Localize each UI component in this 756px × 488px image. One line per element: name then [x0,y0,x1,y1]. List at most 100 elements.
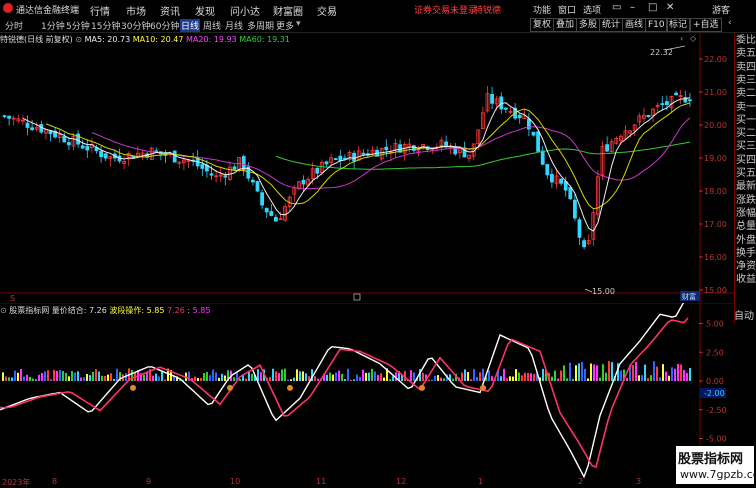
volume-bar [671,367,673,381]
candlestick [375,146,380,157]
guest-label[interactable]: 游客 [712,3,730,16]
price-tag-label: 财富 [682,292,696,301]
screen-icon[interactable]: ▭ [612,2,621,13]
quote-field-label: 换手 [736,247,756,259]
volume-bar [500,376,502,381]
volume-bar [194,376,196,381]
candlestick [347,150,352,162]
quote-field-label: 收益 [736,274,756,286]
add-watchlist-button[interactable]: +自选 [690,18,722,32]
candlestick [545,163,550,179]
xaxis-label: 2 [578,477,584,486]
volume-bar [689,367,691,381]
period-multi[interactable]: 多周期 [247,19,274,32]
volume-bar [431,379,433,381]
candlestick [591,208,596,246]
period-weekly[interactable]: 周线 [203,19,221,32]
period-1min[interactable]: 1分钟 [41,19,65,32]
volume-bar [11,377,13,381]
volume-bar [332,374,334,381]
adjust-button[interactable]: 复权 [530,18,555,32]
nav-left-icon[interactable]: ‹ [680,34,683,43]
volume-bar [377,374,379,381]
indicator-settings-icon[interactable]: ⊙ [0,306,7,315]
menu-news[interactable]: 资讯 [160,3,180,18]
volume-bar [626,377,628,381]
candlestick [264,207,269,218]
menu-market[interactable]: 市场 [126,3,146,18]
close-icon[interactable]: ✕ [666,2,674,13]
candlestick [232,164,237,170]
menu-window[interactable]: 窗口 [558,3,576,16]
volume-bar [302,371,304,381]
candlestick [145,152,150,160]
low-annotation: 15.00 [592,287,615,296]
collapse-icon[interactable]: ‹ [728,18,732,28]
volume-bar [374,371,376,381]
scroll-handle[interactable] [353,293,361,301]
quote-field-label: 卖五 [736,48,756,60]
volume-bar [164,379,166,381]
minimize-icon[interactable]: – [630,2,635,13]
draw-button[interactable]: 画线 [622,18,647,32]
period-5min[interactable]: 5分钟 [66,19,90,32]
period-30min[interactable]: 30分钟 [121,19,150,32]
multi-stock-button[interactable]: 多股 [576,18,601,32]
mark-button[interactable]: 标记 [666,18,691,32]
candlestick [218,167,223,183]
period-timeshare[interactable]: 分时 [5,19,23,32]
menu-options[interactable]: 选项 [583,3,601,16]
volume-bar [581,361,583,381]
price-axis-label: 21.00 [704,88,727,97]
menu-ask[interactable]: 问小达 [230,3,260,18]
volume-bar [38,374,40,381]
period-daily[interactable]: 日线 [180,19,201,32]
maximize-icon[interactable]: □ [648,2,657,13]
candlestick [632,124,637,136]
candlestick [283,203,288,223]
menu-wealth[interactable]: 财富圈 [273,3,303,18]
quote-field-label: 卖二 [736,88,756,100]
menu-quotes[interactable]: 行情 [90,3,110,18]
candlestick [655,102,660,113]
signal-marker [227,384,233,391]
volume-bar [260,372,262,381]
quote-field-label: 卖一 [736,101,756,113]
overlay-button[interactable]: 叠加 [553,18,578,32]
candlestick [53,127,57,139]
volume-bar [305,373,307,381]
period-monthly[interactable]: 月线 [225,19,243,32]
period-more[interactable]: 更多 [276,19,294,32]
f10-button[interactable]: F10 [645,18,668,32]
menu-discover[interactable]: 发现 [195,3,215,18]
candlestick-chart[interactable]: 22.00 21.00 20.00 19.00 18.00 17.00 16.00 15.00… [0,33,734,303]
more-chevron-icon[interactable]: ▾ [296,19,301,29]
candlestick [688,93,692,107]
menu-trade[interactable]: 交易 [317,3,337,18]
auto-scale-button[interactable]: 自动 [734,307,756,322]
volume-bar [161,371,163,381]
indicator-chart[interactable]: 5.00 2.50 0.00 -2.50 -5.00 -2.00 [0,303,734,478]
volume-bar [107,374,109,381]
quote-field-label: 总量 [736,221,756,233]
candlestick [503,107,508,114]
stats-button[interactable]: 统计 [599,18,624,32]
volume-bar [524,372,526,381]
app-logo-icon [3,3,13,13]
price-axis-label: 22.00 [704,55,727,64]
volume-bar [563,365,565,381]
volume-bar [218,377,220,381]
candlestick [80,139,85,150]
period-60min[interactable]: 60分钟 [150,19,179,32]
period-15min[interactable]: 15分钟 [91,19,120,32]
settings-icon[interactable]: ⊙ [75,35,82,44]
candlestick [7,115,11,126]
menu-function[interactable]: 功能 [533,3,551,16]
nav-up-icon[interactable]: ◇ [690,34,697,43]
volume-bar [146,373,148,381]
volume-bar [596,365,598,381]
wave-line [0,303,685,478]
volume-bar [53,369,55,381]
ma20-value: MA20: 19.93 [186,35,237,44]
login-warning[interactable]: 证券交易未登录 [414,3,477,16]
